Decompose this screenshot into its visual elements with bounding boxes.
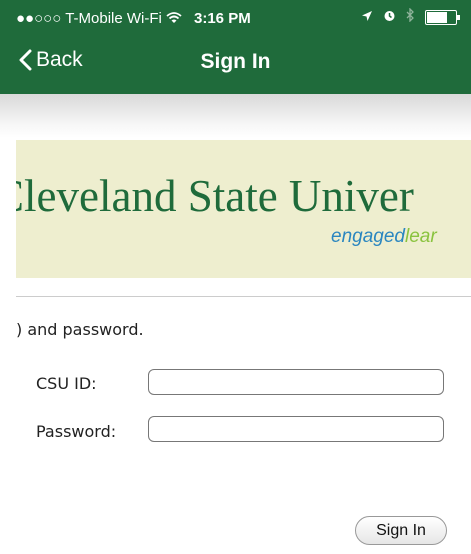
password-label: Password: xyxy=(36,422,117,441)
status-icons xyxy=(361,7,460,26)
password-field[interactable] xyxy=(148,416,444,442)
alarm-clock-icon xyxy=(383,9,396,26)
sign-in-button[interactable]: Sign In xyxy=(355,516,447,545)
csu-id-label: CSU ID: xyxy=(36,374,97,393)
tagline: engagedlear xyxy=(331,226,437,248)
status-bar: ●●○○○ T-Mobile Wi-Fi 3:16 PM xyxy=(0,0,471,38)
location-arrow-icon xyxy=(361,9,373,26)
signal-strength: ●●○○○ xyxy=(16,10,62,27)
tagline-engaged: engaged xyxy=(331,226,405,247)
wifi-icon xyxy=(166,10,182,27)
tagline-learning: lear xyxy=(404,226,437,247)
app-header: ●●○○○ T-Mobile Wi-Fi 3:16 PM Back Sign I… xyxy=(0,0,471,94)
page-title: Sign In xyxy=(200,50,271,73)
battery-icon xyxy=(425,9,460,25)
carrier-info: ●●○○○ T-Mobile Wi-Fi xyxy=(16,10,182,27)
university-name: Cleveland State Univer xyxy=(16,171,414,221)
divider xyxy=(16,296,471,297)
csu-id-field[interactable] xyxy=(148,369,444,395)
sign-in-instructions: ) and password. xyxy=(16,320,144,339)
carrier-name: T-Mobile Wi-Fi xyxy=(65,10,162,27)
university-banner: Cleveland State Univer engagedlear xyxy=(16,140,471,278)
bluetooth-icon xyxy=(406,7,415,26)
navigation-bar: Back Sign In xyxy=(0,38,471,94)
header-shadow xyxy=(0,94,471,138)
clock: 3:16 PM xyxy=(194,10,251,27)
